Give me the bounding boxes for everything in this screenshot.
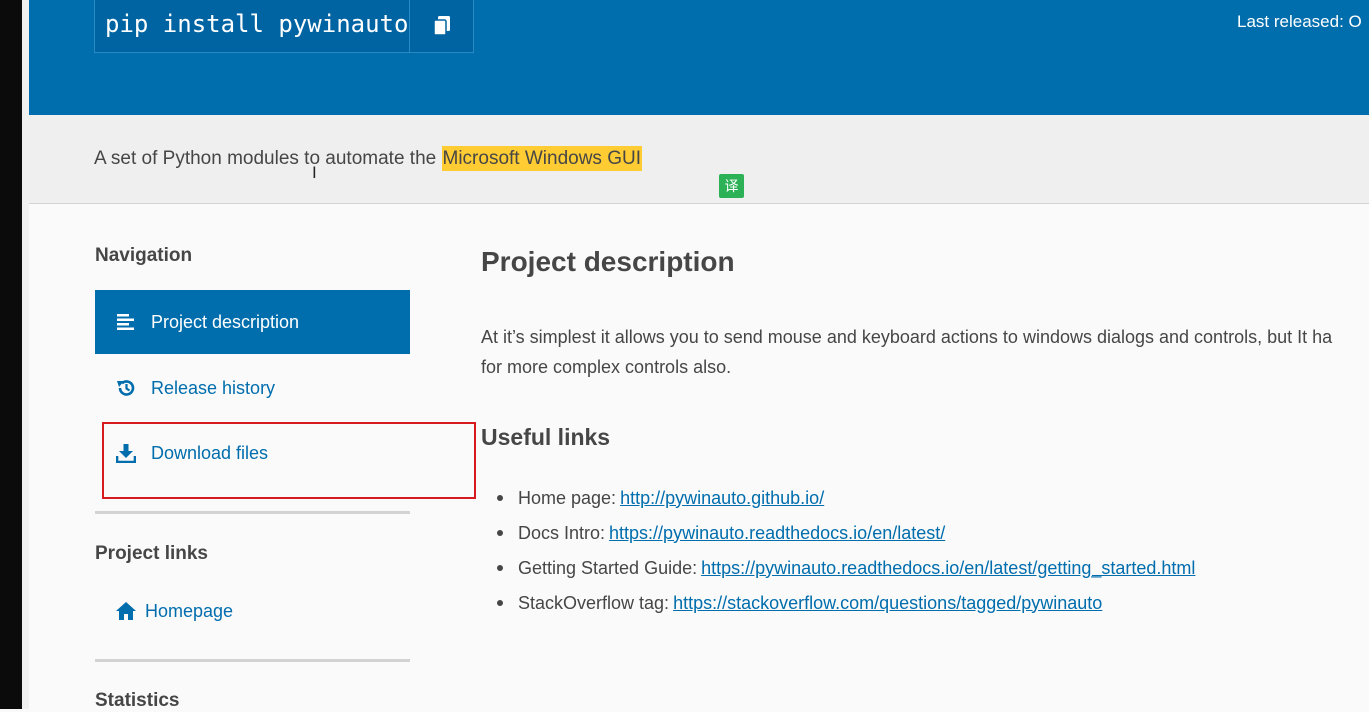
stackoverflow-tag-link[interactable]: https://stackoverflow.com/questions/tagg…: [673, 589, 1102, 617]
window-edge: [0, 0, 29, 709]
nav-project-description-label: Project description: [151, 311, 300, 332]
homepage-label: Homepage: [145, 600, 234, 621]
package-summary-banner: A set of Python modules to automate the …: [29, 115, 1369, 204]
package-summary: A set of Python modules to automate the …: [94, 146, 642, 171]
list-item: StackOverflow tag: https://stackoverflow.…: [497, 585, 1195, 620]
description-line: At it’s simplest it allows you to send m…: [481, 327, 1333, 347]
docs-intro-link[interactable]: https://pywinauto.readthedocs.io/en/late…: [609, 519, 945, 547]
annotation-highlight-box: [102, 422, 476, 499]
project-description-title: Project description: [481, 246, 735, 277]
bullet: [497, 529, 503, 536]
summary-highlighted-text[interactable]: Microsoft Windows GUI: [441, 146, 642, 171]
home-icon: [115, 600, 137, 622]
sidebar-divider: [95, 511, 410, 514]
list-icon: [115, 311, 137, 333]
list-item: Docs Intro: https://pywinauto.readthedocs…: [497, 515, 1195, 550]
pip-install-box: pip install pywinauto: [94, 0, 474, 53]
link-label: StackOverflow tag:: [518, 592, 670, 613]
homepage-link[interactable]: Homepage: [95, 579, 410, 643]
home-page-link[interactable]: http://pywinauto.github.io/: [620, 484, 824, 512]
link-label: Home page:: [518, 487, 617, 508]
page-header: pip install pywinauto Last released: O: [29, 0, 1369, 115]
description-line: for more complex controls also.: [481, 357, 732, 377]
window-edge-strip: [22, 0, 29, 709]
translate-button[interactable]: 译: [719, 174, 744, 198]
pip-command[interactable]: pip install pywinauto: [95, 0, 410, 52]
getting-started-link[interactable]: https://pywinauto.readthedocs.io/en/late…: [701, 554, 1195, 582]
link-label: Getting Started Guide:: [518, 557, 698, 578]
list-item: Home page: http://pywinauto.github.io/: [497, 480, 1195, 515]
useful-links-heading: Useful links: [481, 424, 611, 450]
nav-release-history-label: Release history: [151, 377, 276, 398]
navigation-heading: Navigation: [95, 245, 193, 266]
summary-text: A set of Python modules to automate the: [94, 148, 442, 169]
bullet: [497, 494, 503, 501]
useful-links-list: Home page: http://pywinauto.github.io/ Do…: [497, 480, 1195, 620]
project-links-heading: Project links: [95, 543, 208, 564]
last-released-text: Last released: O: [1237, 12, 1362, 31]
nav-release-history[interactable]: Release history: [95, 356, 410, 420]
nav-project-description[interactable]: Project description: [95, 290, 410, 354]
history-icon: [115, 377, 137, 399]
sidebar-divider: [95, 659, 410, 662]
copy-button[interactable]: [410, 0, 473, 52]
bullet: [497, 564, 503, 571]
text-cursor-icon: I: [312, 163, 317, 182]
link-label: Docs Intro:: [518, 522, 606, 543]
list-item: Getting Started Guide: https://pywinauto.…: [497, 550, 1195, 585]
project-description-text: At it’s simplest it allows you to send m…: [481, 322, 1369, 382]
copy-icon: [432, 15, 450, 36]
bullet: [497, 599, 503, 606]
